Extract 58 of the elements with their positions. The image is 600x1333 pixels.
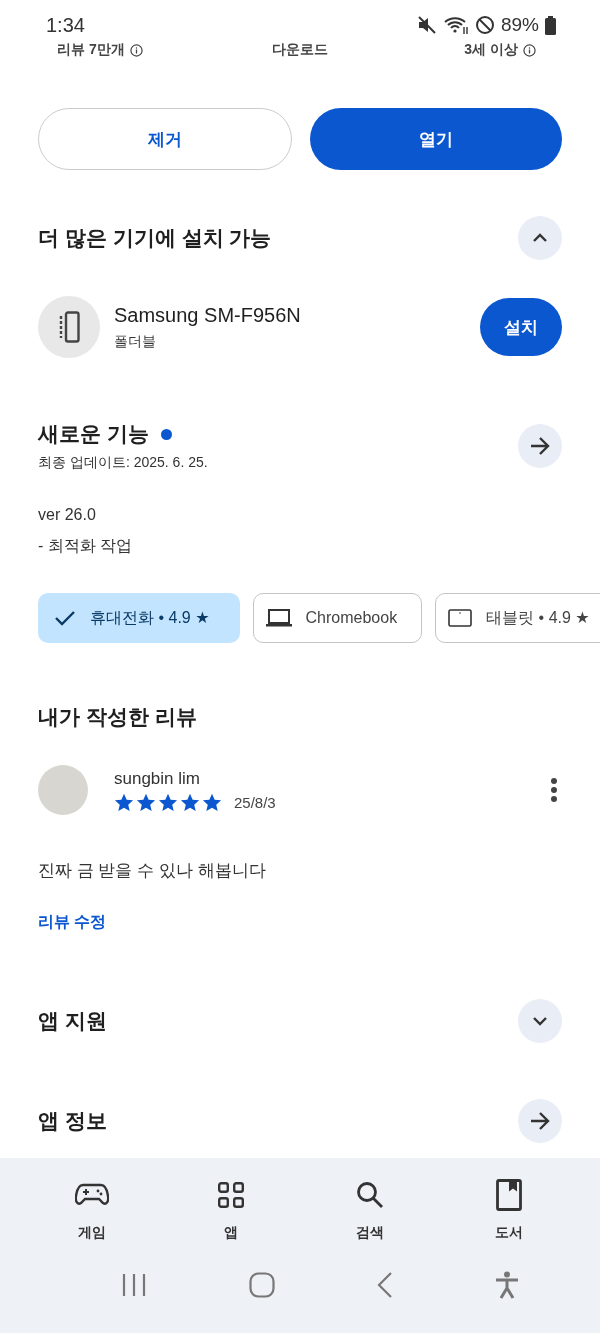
- device-chip[interactable]: 태블릿 • 4.9 ★: [435, 593, 600, 643]
- nav-tab[interactable]: 앱: [161, 1174, 300, 1246]
- section-title: 더 많은 기기에 설치 가능: [38, 225, 272, 251]
- info-icon: [522, 43, 536, 57]
- release-note: - 최적화 작업: [38, 536, 134, 556]
- battery-icon: [545, 15, 556, 35]
- accessibility-icon[interactable]: [495, 1270, 519, 1299]
- home-icon[interactable]: [249, 1271, 275, 1298]
- nav-tab[interactable]: 검색: [300, 1174, 439, 1246]
- grid-icon: [217, 1182, 244, 1208]
- nav-tab[interactable]: 도서: [439, 1174, 578, 1246]
- info-icon: [129, 43, 143, 57]
- back-icon[interactable]: [377, 1271, 393, 1298]
- reviewer-name: sungbin lim: [114, 768, 201, 789]
- do-not-disturb-icon: [474, 15, 495, 35]
- star-icon: [114, 792, 134, 812]
- update-date: 최종 업데이트: 2025. 6. 25.: [38, 454, 208, 472]
- uninstall-button[interactable]: 제거: [38, 108, 292, 170]
- open-button[interactable]: 열기: [310, 108, 562, 170]
- arrow-button[interactable]: [518, 1099, 562, 1143]
- star-icon: [136, 792, 156, 812]
- recent-apps-icon[interactable]: [121, 1272, 147, 1297]
- review-date: 25/8/3: [234, 793, 276, 811]
- avatar-photo-placeholder: [38, 765, 88, 815]
- device-chip[interactable]: 휴대전화 • 4.9 ★: [38, 593, 240, 643]
- nav-tab[interactable]: 게임: [22, 1174, 161, 1246]
- laptop-icon: [265, 609, 292, 627]
- section-title: 앱 정보: [38, 1108, 107, 1134]
- arrow-button[interactable]: [518, 424, 562, 468]
- star-icon: [180, 792, 200, 812]
- wifi-icon: [442, 15, 469, 35]
- star-icon: [202, 792, 222, 812]
- gamepad-icon: [74, 1183, 109, 1207]
- arrow-right-icon: [530, 437, 550, 455]
- device-name: Samsung SM-F956N: [114, 303, 302, 327]
- mute-icon: [416, 15, 437, 35]
- tablet-icon: [448, 609, 473, 627]
- status-time: 1:34: [46, 13, 85, 37]
- review-text: 진짜 금 받을 수 있나 해봅니다: [38, 860, 267, 882]
- section-title: 앱 지원: [38, 1008, 107, 1034]
- device-chip[interactable]: Chromebook: [252, 593, 423, 643]
- edit-review-link[interactable]: 리뷰 수정: [38, 912, 107, 933]
- stat-label: 리뷰 7만개: [57, 41, 125, 59]
- release-note: ver 26.0: [38, 506, 97, 524]
- section-title: 새로운 기능: [38, 421, 149, 447]
- arrow-right-icon: [530, 1112, 550, 1130]
- search-icon: [354, 1180, 385, 1210]
- book-icon: [495, 1179, 522, 1211]
- device-type: 폴더블: [114, 332, 157, 351]
- chevron-up-icon: [532, 233, 548, 243]
- stat-label: 3세 이상: [464, 41, 518, 59]
- check-icon: [54, 609, 76, 627]
- battery-percent: 89%: [500, 14, 539, 36]
- install-button[interactable]: 설치: [480, 298, 562, 356]
- chevron-down-icon: [532, 1016, 548, 1026]
- star-icon: [158, 792, 178, 812]
- section-title: 내가 작성한 리뷰: [38, 704, 198, 730]
- stat-label: 다운로드: [272, 41, 328, 59]
